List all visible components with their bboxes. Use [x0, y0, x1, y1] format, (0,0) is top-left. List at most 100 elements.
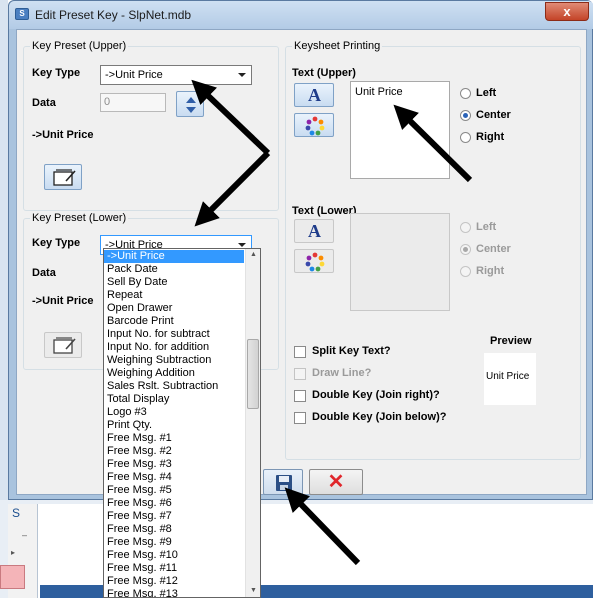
text-upper-label: Text (Upper)	[292, 67, 356, 79]
dropdown-option[interactable]: Pack Date	[104, 263, 244, 276]
save-button[interactable]	[263, 469, 303, 495]
dropdown-option[interactable]: Free Msg. #11	[104, 562, 244, 575]
background-letter: S	[12, 506, 21, 520]
edit-note-icon	[53, 337, 76, 354]
dropdown-option[interactable]: Free Msg. #10	[104, 549, 244, 562]
draw-line-option[interactable]: Draw Line?	[294, 367, 464, 381]
chevron-down-icon	[238, 243, 246, 247]
dropdown-option[interactable]: Free Msg. #12	[104, 575, 244, 588]
dropdown-option[interactable]: Weighing Addition	[104, 367, 244, 380]
double-key-right-label: Double Key (Join right)?	[312, 389, 440, 401]
dropdown-option[interactable]: Barcode Print	[104, 315, 244, 328]
dropdown-option[interactable]: Sales Rslt. Subtraction	[104, 380, 244, 393]
radio-button[interactable]	[460, 266, 471, 277]
dropdown-option[interactable]: Free Msg. #4	[104, 471, 244, 484]
upper-key-type-value: ->Unit Price	[105, 69, 163, 81]
align-upper-right-label: Right	[476, 131, 505, 143]
dropdown-option[interactable]: Free Msg. #13	[104, 588, 244, 597]
lower-font-button[interactable]: A	[294, 219, 334, 243]
align-lower-right-option[interactable]: Right	[460, 265, 550, 279]
radio-button[interactable]	[460, 222, 471, 233]
text-lower-field[interactable]	[350, 213, 450, 311]
radio-button[interactable]	[460, 132, 471, 143]
text-upper-field[interactable]: Unit Price	[350, 81, 450, 179]
dropdown-option[interactable]: Free Msg. #3	[104, 458, 244, 471]
preview-box: Unit Price	[484, 353, 536, 405]
key-type-dropdown-list[interactable]: ->Unit Price Pack Date Sell By Date Repeat O…	[103, 248, 261, 598]
scroll-up-icon[interactable]: ▲	[250, 251, 257, 258]
upper-edit-button[interactable]	[44, 164, 82, 190]
dropdown-scrollbar[interactable]: ▲ ▼	[245, 249, 260, 597]
dropdown-option[interactable]: Logo #3	[104, 406, 244, 419]
edit-note-icon	[53, 169, 76, 186]
upper-data-value: 0	[104, 96, 111, 108]
upper-data-spinner[interactable]	[176, 91, 204, 117]
align-upper-left-option[interactable]: Left	[460, 87, 550, 101]
double-key-right-option[interactable]: Double Key (Join right)?	[294, 389, 484, 403]
dropdown-option[interactable]: Input No. for subtract	[104, 328, 244, 341]
align-upper-left-label: Left	[476, 87, 497, 99]
upper-key-type-caption: ->Unit Price	[32, 129, 94, 141]
double-key-below-option[interactable]: Double Key (Join below)?	[294, 411, 484, 425]
checkbox[interactable]	[294, 346, 306, 358]
cancel-button[interactable]: ✕	[309, 469, 363, 495]
dropdown-scroll-thumb[interactable]	[247, 339, 259, 409]
background-tab[interactable]	[0, 565, 25, 589]
close-icon: x	[563, 4, 571, 19]
key-preset-upper-title: Key Preset (Upper)	[30, 40, 129, 52]
dropdown-option[interactable]: Free Msg. #1	[104, 432, 244, 445]
radio-button[interactable]	[460, 88, 471, 99]
dropdown-option[interactable]: Weighing Subtraction	[104, 354, 244, 367]
text-lower-label: Text (Lower)	[292, 205, 357, 217]
checkbox[interactable]	[294, 390, 306, 402]
align-lower-center-label: Center	[476, 243, 511, 255]
dropdown-option[interactable]: Free Msg. #8	[104, 523, 244, 536]
scroll-down-icon[interactable]: ▼	[250, 587, 257, 594]
key-preset-lower-title: Key Preset (Lower)	[30, 212, 129, 224]
save-icon	[276, 475, 292, 491]
dropdown-option[interactable]: Free Msg. #9	[104, 536, 244, 549]
font-icon: A	[308, 85, 321, 105]
close-button[interactable]: x	[545, 2, 589, 21]
upper-key-type-combo[interactable]: ->Unit Price	[100, 65, 252, 85]
upper-key-type-label: Key Type	[32, 67, 81, 79]
lower-key-type-label: Key Type	[32, 237, 81, 249]
checkbox[interactable]	[294, 368, 306, 380]
lower-key-type-caption: ->Unit Price	[32, 295, 94, 307]
dropdown-option[interactable]: Open Drawer	[104, 302, 244, 315]
dropdown-option[interactable]: Free Msg. #2	[104, 445, 244, 458]
background-expand-icon[interactable]: ▸	[11, 548, 15, 557]
dropdown-option[interactable]: ->Unit Price	[104, 250, 244, 263]
dropdown-option[interactable]: Repeat	[104, 289, 244, 302]
app-icon: S	[15, 8, 29, 20]
align-lower-center-option[interactable]: Center	[460, 243, 550, 257]
align-lower-left-option[interactable]: Left	[460, 221, 550, 235]
keysheet-printing-group: Keysheet Printing Text (Upper) A Unit Pr…	[285, 40, 581, 460]
align-upper-right-option[interactable]: Right	[460, 131, 550, 145]
checkbox[interactable]	[294, 412, 306, 424]
dropdown-option[interactable]: Sell By Date	[104, 276, 244, 289]
upper-color-button[interactable]	[294, 113, 334, 137]
dropdown-option[interactable]: Total Display	[104, 393, 244, 406]
dialog-client-area: Key Preset (Upper) Key Type ->Unit Price…	[16, 29, 587, 495]
dropdown-option[interactable]: Free Msg. #7	[104, 510, 244, 523]
lower-edit-button[interactable]	[44, 332, 82, 358]
double-key-below-label: Double Key (Join below)?	[312, 411, 447, 423]
upper-data-field[interactable]: 0	[100, 93, 166, 112]
background-collapse-icon[interactable]: ‒	[22, 530, 27, 540]
align-upper-center-option[interactable]: Center	[460, 109, 550, 123]
dropdown-option[interactable]: Free Msg. #5	[104, 484, 244, 497]
dropdown-option[interactable]: Input No. for addition	[104, 341, 244, 354]
title-bar[interactable]: S Edit Preset Key - SlpNet.mdb x	[9, 1, 593, 29]
dropdown-option[interactable]: Print Qty.	[104, 419, 244, 432]
upper-font-button[interactable]: A	[294, 83, 334, 107]
dropdown-option[interactable]: Free Msg. #6	[104, 497, 244, 510]
key-preset-upper-group: Key Preset (Upper) Key Type ->Unit Price…	[23, 40, 279, 211]
lower-color-button[interactable]	[294, 249, 334, 273]
radio-button[interactable]	[460, 244, 471, 255]
radio-button[interactable]	[460, 110, 471, 121]
chevron-down-icon	[238, 73, 246, 77]
draw-line-label: Draw Line?	[312, 367, 372, 379]
preview-text: Unit Price	[486, 371, 530, 382]
split-key-text-option[interactable]: Split Key Text?	[294, 345, 464, 359]
